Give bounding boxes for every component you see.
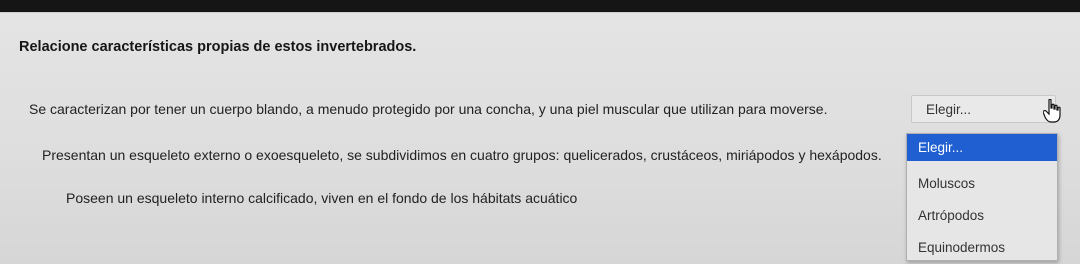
match-row-text-3: Poseen un esqueleto interno calcificado,…: [66, 190, 578, 206]
answer-select-value: Elegir...: [926, 102, 972, 117]
dropdown-option-equinodermos[interactable]: Equinodermos: [907, 234, 1057, 261]
answer-select-1[interactable]: Elegir...: [911, 95, 1056, 123]
dropdown-option-moluscos[interactable]: Moluscos: [907, 170, 1057, 197]
dropdown-option-elegir[interactable]: Elegir...: [907, 134, 1057, 161]
answer-dropdown-list[interactable]: Elegir... Moluscos Artrópodos Equinoderm…: [906, 133, 1058, 261]
match-row-text-1: Se caracterizan por tener un cuerpo blan…: [29, 101, 828, 117]
dropdown-option-artropodos[interactable]: Artrópodos: [907, 202, 1057, 229]
question-title: Relacione características propias de est…: [19, 39, 417, 55]
hand-pointer-icon: [1042, 98, 1061, 128]
screen-top-bezel: [0, 0, 1080, 12]
quiz-panel: Relacione características propias de est…: [0, 12, 1080, 264]
match-row-text-2: Presentan un esqueleto externo o exoesqu…: [42, 147, 882, 163]
